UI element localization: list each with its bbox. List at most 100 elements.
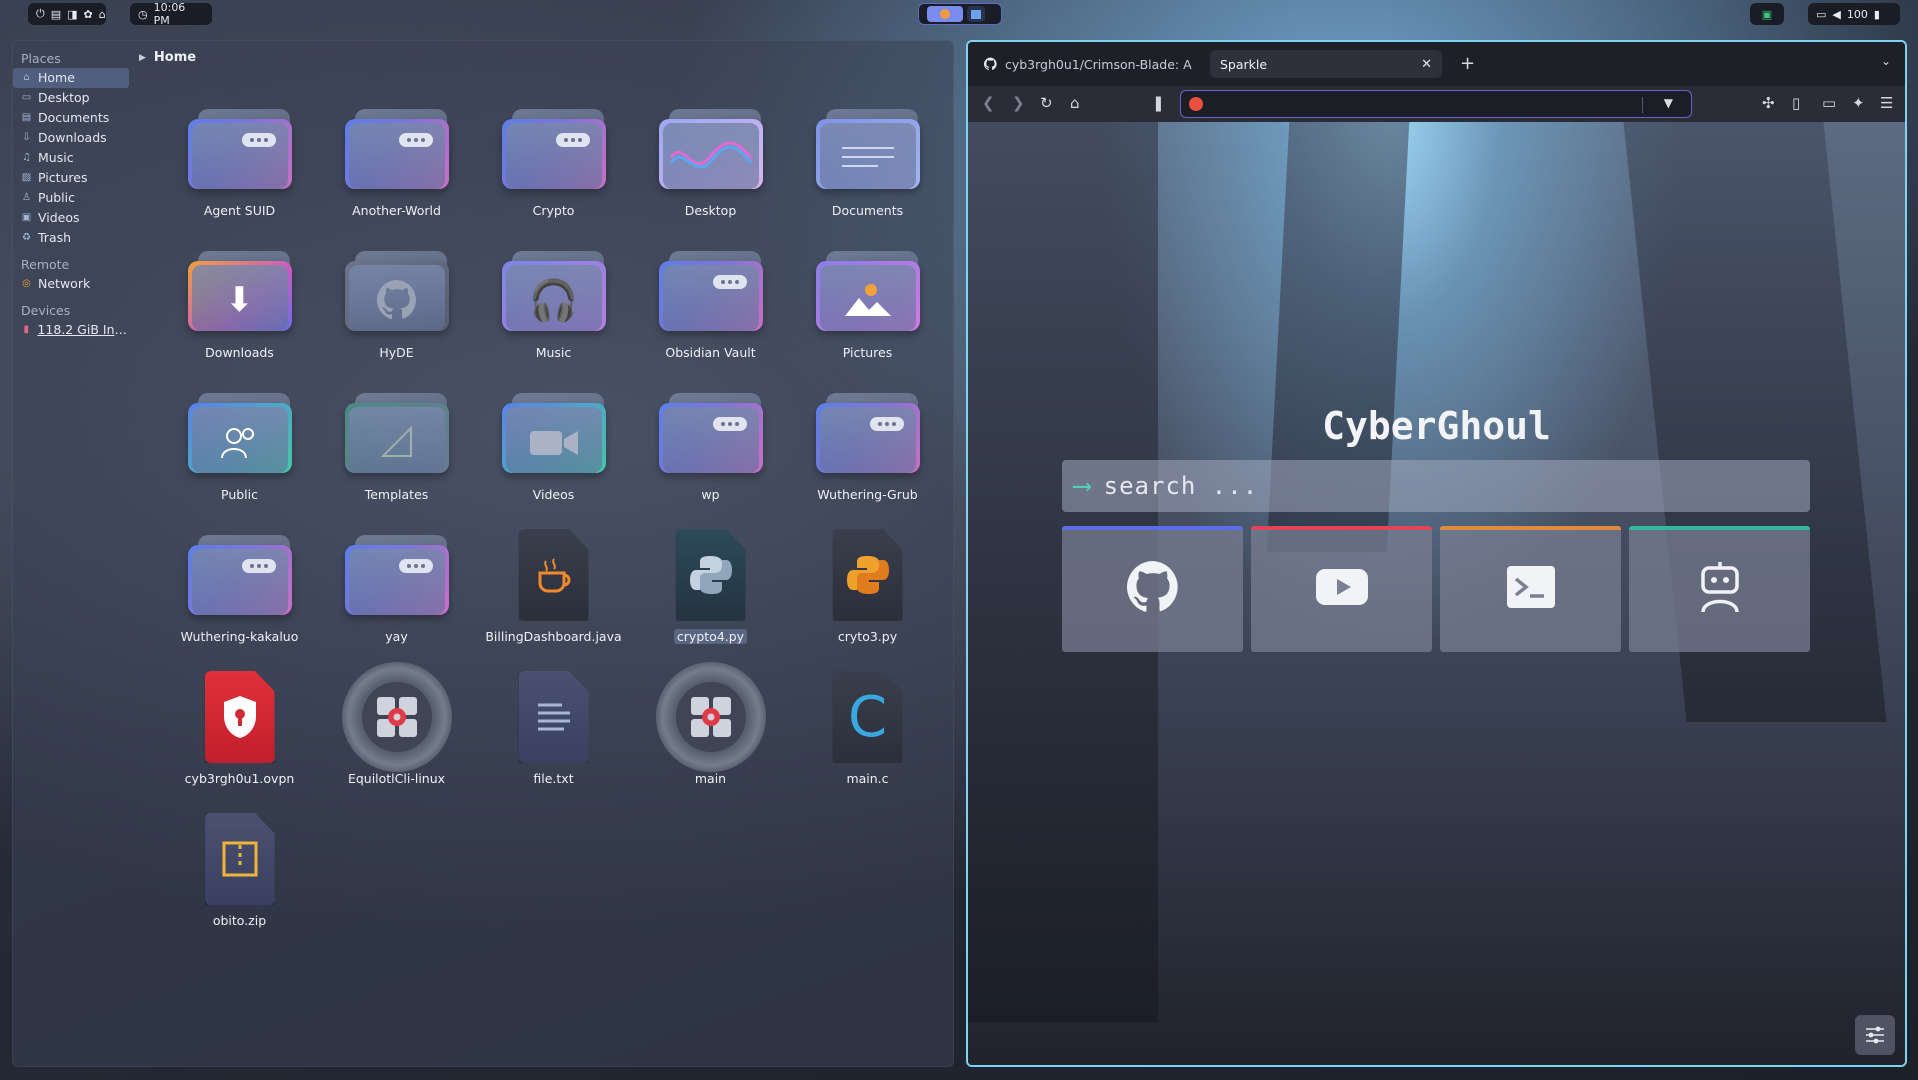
folder-item[interactable]: Desktop	[632, 99, 789, 241]
file-item[interactable]: EquilotlCli-linux	[318, 662, 475, 809]
volume-icon: ◀	[1832, 7, 1841, 21]
sidebar-item-videos[interactable]: ▣ Videos	[13, 208, 133, 228]
sidebar-item-home[interactable]: ⌂ Home	[13, 68, 129, 88]
item-name: Crypto	[532, 203, 575, 218]
folder-item[interactable]: Another-World	[318, 99, 475, 241]
sidebar-item-network[interactable]: ◎ Network	[13, 274, 133, 294]
folder-downloads-icon: ⬇	[185, 241, 295, 341]
python-orange-file-icon	[813, 525, 923, 625]
file-item[interactable]: cyb3rgh0u1.ovpn	[161, 667, 318, 809]
folder-item[interactable]: Templates	[318, 383, 475, 525]
folder-item[interactable]: Crypto	[475, 99, 632, 241]
desktop-icon: ▭	[21, 92, 32, 103]
menu-icon[interactable]: ☰	[1880, 94, 1893, 112]
sidebar-item-music[interactable]: ♫ Music	[13, 148, 133, 168]
folder-item[interactable]: wp	[632, 383, 789, 525]
sidebar-item-trash[interactable]: ♻ Trash	[13, 228, 133, 248]
breadcrumb[interactable]: ▶ Home	[139, 50, 196, 65]
power-icon[interactable]: ⏻	[36, 7, 45, 21]
quicklink-terminal[interactable]	[1440, 526, 1621, 652]
wallet-icon[interactable]: ▭	[1822, 94, 1836, 112]
files-icon[interactable]: ▤	[51, 8, 61, 21]
quicklink-robot[interactable]	[1629, 526, 1810, 652]
workspace-switcher[interactable]	[918, 3, 1002, 25]
startpage: CyberGhoul ⟶ search ...	[968, 122, 1905, 1065]
folder-item[interactable]: yay	[318, 525, 475, 667]
sidebar-item-downloads[interactable]: ⇩ Downloads	[13, 128, 133, 148]
folder-item[interactable]: Documents	[789, 99, 946, 241]
clock-text: 10:06 PM	[153, 1, 186, 27]
folder-item[interactable]: Videos	[475, 383, 632, 525]
startpage-search[interactable]: ⟶ search ...	[1062, 460, 1810, 512]
sidebar-item-public[interactable]: ♙ Public	[13, 188, 133, 208]
quicklink-accent-bar	[1062, 526, 1243, 530]
address-bar[interactable]: ▼	[1180, 90, 1692, 118]
home-icon[interactable]: ⌂	[1070, 94, 1080, 112]
file-item[interactable]: obito.zip	[161, 809, 318, 951]
network-icon: ◎	[22, 278, 31, 289]
file-item[interactable]: main	[632, 662, 789, 809]
battery-level: 100	[1846, 7, 1868, 21]
sliders-icon[interactable]	[1855, 1015, 1895, 1055]
reload-icon[interactable]: ↻	[1040, 94, 1053, 112]
folder-icon	[342, 525, 452, 625]
bell-icon[interactable]: ⌂	[99, 8, 106, 21]
new-tab-icon[interactable]: +	[1460, 53, 1475, 74]
file-item[interactable]: file.txt	[475, 667, 632, 809]
sidebar-item-label: Pictures	[38, 170, 88, 185]
breadcrumb-home[interactable]: Home	[154, 50, 196, 65]
quicklink-github[interactable]	[1062, 526, 1243, 652]
status-right[interactable]: ▭ ◀ 100 ▮	[1808, 3, 1900, 25]
brave-shields-icon[interactable]: ▼	[1664, 96, 1673, 110]
close-tab-icon[interactable]: ✕	[1421, 57, 1432, 72]
folder-item[interactable]: Agent SUID	[161, 99, 318, 241]
tab-github[interactable]: cyb3rgh0u1/Crimson-Blade: A st	[974, 50, 1202, 78]
leo-ai-icon[interactable]: ✦	[1852, 94, 1865, 112]
folder-pictures-icon	[813, 241, 923, 341]
network-indicator[interactable]: ▣	[1750, 3, 1784, 25]
folder-item[interactable]: Wuthering-kakaluo	[161, 525, 318, 667]
file-item[interactable]: BillingDashboard.java	[475, 525, 632, 667]
quicklink-youtube[interactable]	[1251, 526, 1432, 652]
file-item[interactable]: crypto4.py	[632, 525, 789, 667]
sidebar-item-pictures[interactable]: ▨ Pictures	[13, 168, 133, 188]
sidebar-item-documents[interactable]: ▤ Documents	[13, 108, 133, 128]
startpage-title: CyberGhoul	[1322, 404, 1551, 448]
sidebar-item-desktop[interactable]: ▭ Desktop	[13, 88, 133, 108]
item-name: Pictures	[842, 345, 893, 360]
java-file-icon	[499, 525, 609, 625]
item-name: EquilotlCli-linux	[347, 771, 446, 786]
file-grid: Agent SUID Another-World Crypto Desktop Docu…	[161, 99, 941, 951]
folder-item[interactable]: Wuthering-Grub	[789, 383, 946, 525]
folder-item[interactable]: ⬇ Downloads	[161, 241, 318, 383]
music-icon: ♫	[22, 152, 31, 163]
palette-icon[interactable]: ✿	[84, 8, 93, 21]
extensions-icon[interactable]: ✣	[1762, 94, 1775, 112]
sidebar-item-118-2-gib-int[interactable]: ▮ 118.2 GiB Int…	[13, 320, 133, 340]
item-name: Templates	[364, 487, 429, 502]
folder-item[interactable]: Obsidian Vault	[632, 241, 789, 383]
workspace-1-brave-icon[interactable]	[927, 6, 963, 22]
file-item[interactable]: Cmain.c	[789, 667, 946, 809]
bookmark-icon[interactable]: ❚	[1152, 94, 1165, 112]
folder-item[interactable]: HyDE	[318, 241, 475, 383]
back-icon[interactable]: ❮	[982, 94, 995, 112]
forward-icon[interactable]: ❯	[1012, 94, 1025, 112]
tab-sparkle[interactable]: Sparkle ✕	[1210, 50, 1442, 78]
folder-icon	[185, 525, 295, 625]
drive-icon: ▮	[23, 324, 29, 335]
sidebar-icon[interactable]: ▯	[1792, 94, 1800, 112]
file-item[interactable]: cryto3.py	[789, 525, 946, 667]
workspace-2-files-icon[interactable]	[967, 6, 985, 22]
screenshot-icon[interactable]: ◨	[67, 8, 77, 21]
settings-sliders-glyph	[1866, 1026, 1884, 1044]
folder-item[interactable]: Pictures	[789, 241, 946, 383]
quicklink-accent-bar	[1629, 526, 1810, 530]
clock-pill[interactable]: ◷ 10:06 PM	[130, 1, 212, 27]
folder-item[interactable]: Public	[161, 383, 318, 525]
folder-item[interactable]: 🎧 Music	[475, 241, 632, 383]
chevron-down-icon[interactable]: ⌄	[1881, 54, 1891, 68]
display-icon: ▭	[1816, 7, 1827, 21]
site-info-icon[interactable]	[1189, 97, 1203, 111]
item-name: obito.zip	[212, 913, 267, 928]
